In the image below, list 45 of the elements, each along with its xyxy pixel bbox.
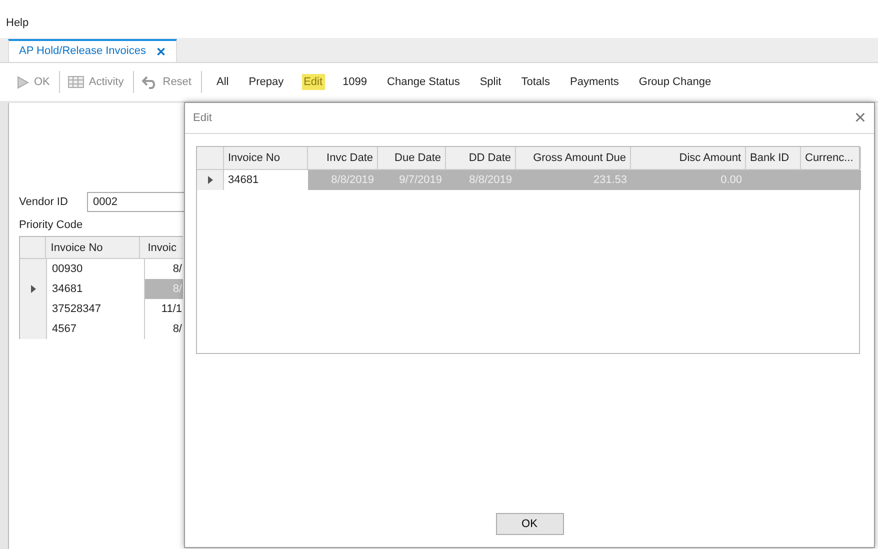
column-header[interactable]: Invoic [140,237,183,258]
column-header[interactable]: Bank ID [746,147,801,169]
toolbar-button[interactable]: Prepay [246,74,286,90]
toolbar-button[interactable]: Group Change [636,74,714,90]
close-icon[interactable]: ✕ [156,45,166,62]
table-cell-text: 34681 [227,173,260,188]
table-cell: 37528347 [47,299,145,319]
row-header[interactable] [197,170,224,190]
ok-button[interactable]: OK [496,513,564,535]
table-cell-text: 11/1 [160,302,183,317]
column-header[interactable]: Gross Amount Due [516,147,631,169]
table-cell: 00930 [47,259,145,279]
table-cell: 9/7/2019 [378,170,446,190]
toolbar-button[interactable]: Change Status [385,74,462,90]
toolbar-button[interactable]: 1099 [340,74,370,90]
column-header[interactable]: Invoice No [46,237,140,258]
field-label: Vendor ID [19,196,69,208]
table-cell: 8/8/2019 [446,170,516,190]
table-cell: 4567 [47,319,145,339]
table-cell: 0.00 [631,170,746,190]
play-icon [17,76,29,88]
column-header[interactable]: Invc Date [308,147,378,169]
tab[interactable]: AP Hold/Release Invoices ✕ [8,39,177,62]
table-cell-text: 8/ [172,322,183,337]
toolbar-button[interactable]: Payments [568,74,621,90]
close-icon[interactable]: × [854,108,866,128]
row-pointer-icon [30,285,36,293]
row-pointer-icon [208,176,212,184]
column-header[interactable]: Currenc... [801,147,861,169]
table-cell-text: 8/ [172,262,183,277]
table-cell: 8/8/2019 [308,170,378,190]
field-label: Priority Code [19,219,83,231]
grid-icon [68,76,84,88]
dialog-title: Edit [193,112,212,124]
column-header[interactable]: Disc Amount [631,147,746,169]
toolbar-button[interactable]: Totals [519,74,552,90]
undo-icon [142,76,158,88]
column-header[interactable]: Invoice No [224,147,308,169]
table-cell: 231.53 [516,170,631,190]
table-cell: 8/ [145,279,183,299]
column-header[interactable]: DD Date [446,147,516,169]
toolbar-button[interactable]: Split [478,74,504,90]
menu-item[interactable]: Help [6,17,29,29]
column-header[interactable]: Due Date [378,147,446,169]
toolbar-button[interactable]: All [214,74,231,90]
